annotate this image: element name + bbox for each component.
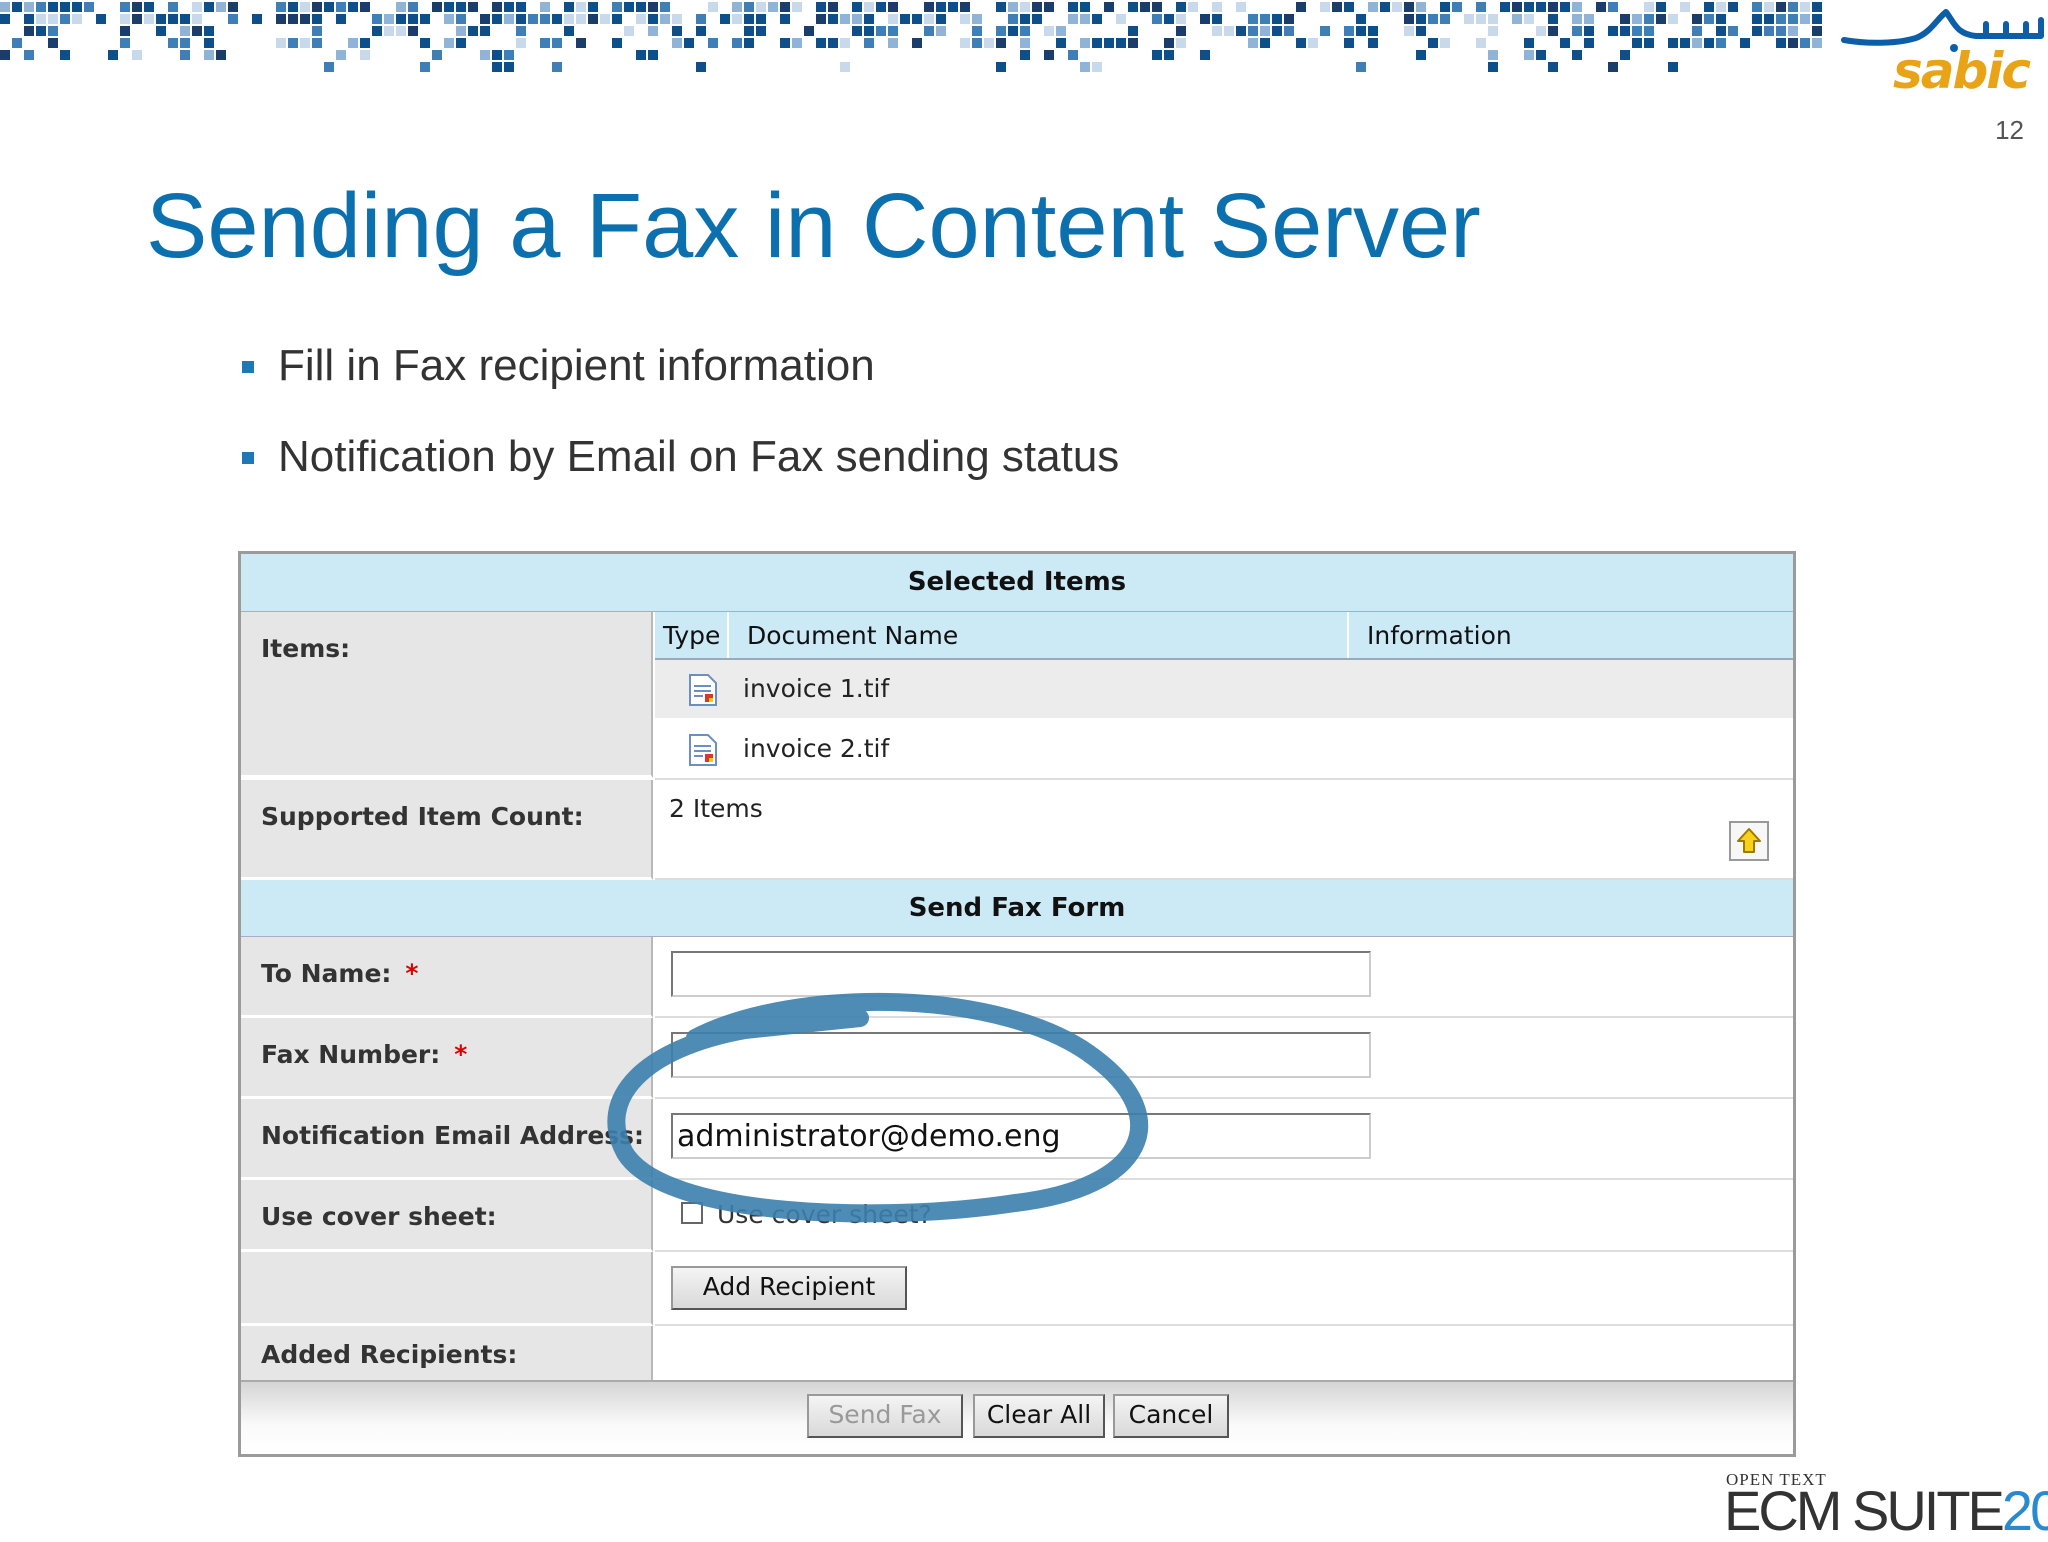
items-column-header: Type Document Name Information <box>655 612 1793 660</box>
notification-email-label: Notification Email Address: <box>241 1099 653 1180</box>
file-row[interactable]: invoice 2.tif <box>655 720 1793 780</box>
up-arrow-icon <box>1737 828 1761 853</box>
required-marker: * <box>454 1040 468 1069</box>
sabic-latin-logo: sabic <box>1893 42 2031 100</box>
fax-number-label: Fax Number: * <box>241 1018 653 1099</box>
fax-number-cell <box>655 1018 1793 1099</box>
tif-document-icon <box>689 674 717 706</box>
slide-page-number: 12 <box>1995 115 2024 145</box>
tif-document-icon <box>689 734 717 766</box>
to-name-label: To Name: * <box>241 937 653 1018</box>
fax-number-input[interactable] <box>671 1032 1371 1078</box>
required-marker: * <box>405 959 419 988</box>
column-document-name[interactable]: Document Name <box>747 621 958 650</box>
empty-label-cell <box>241 1252 653 1326</box>
supported-item-count-cell: 2 Items <box>655 780 1793 880</box>
use-cover-sheet-checkbox-label: Use cover sheet? <box>717 1200 932 1229</box>
fax-number-label-text: Fax Number: <box>261 1040 441 1069</box>
use-cover-sheet-label: Use cover sheet: <box>241 1180 653 1252</box>
file-name[interactable]: invoice 2.tif <box>743 734 889 763</box>
cancel-button[interactable]: Cancel <box>1113 1394 1229 1438</box>
notification-email-input[interactable] <box>671 1113 1371 1159</box>
items-label: Items: <box>241 612 653 778</box>
ecm-suite-text: ECM SUITE <box>1724 1479 2005 1542</box>
bullet-list: Fill in Fax recipient information Notifi… <box>240 336 1119 518</box>
ecm-suite-logo: ECM SUITE2010 <box>1724 1480 2048 1542</box>
bullet-item: Notification by Email on Fax sending sta… <box>240 427 1119 518</box>
bullet-text: Fill in Fax recipient information <box>278 341 875 390</box>
to-name-label-text: To Name: <box>261 959 392 988</box>
supported-item-count-label: Supported Item Count: <box>241 780 653 880</box>
add-recipient-button[interactable]: Add Recipient <box>671 1266 907 1310</box>
use-cover-sheet-checkbox[interactable] <box>681 1202 703 1224</box>
ecm-suite-year: 2010 <box>2001 1479 2048 1542</box>
clear-all-button[interactable]: Clear All <box>973 1394 1105 1438</box>
send-fax-button[interactable]: Send Fax <box>807 1394 963 1438</box>
to-name-input[interactable] <box>671 951 1371 997</box>
column-type[interactable]: Type <box>663 621 720 650</box>
column-separator <box>1347 612 1349 658</box>
send-fax-panel: Selected Items Items: Type Document Name… <box>238 551 1796 1457</box>
header-mosaic-pattern <box>0 2 1822 72</box>
bullet-square-icon <box>242 452 254 464</box>
selected-items-header: Selected Items <box>241 554 1793 612</box>
notification-email-cell <box>655 1099 1793 1180</box>
file-row[interactable]: invoice 1.tif <box>655 660 1793 718</box>
column-separator <box>727 612 729 658</box>
file-name[interactable]: invoice 1.tif <box>743 674 889 703</box>
form-footer: Send Fax Clear All Cancel <box>241 1380 1793 1454</box>
slide-title: Sending a Fax in Content Server <box>146 175 1481 277</box>
send-fax-form-header: Send Fax Form <box>241 880 1793 937</box>
bullet-square-icon <box>242 361 254 373</box>
supported-item-count-value: 2 Items <box>669 794 763 823</box>
bullet-item: Fill in Fax recipient information <box>240 336 1119 427</box>
added-recipients-label: Added Recipients: <box>241 1326 653 1384</box>
add-recipient-cell: Add Recipient <box>655 1252 1793 1326</box>
column-information[interactable]: Information <box>1367 621 1512 650</box>
added-recipients-cell <box>655 1326 1793 1384</box>
scroll-to-top-button[interactable] <box>1729 821 1769 861</box>
to-name-cell <box>655 937 1793 1018</box>
bullet-text: Notification by Email on Fax sending sta… <box>278 432 1120 481</box>
